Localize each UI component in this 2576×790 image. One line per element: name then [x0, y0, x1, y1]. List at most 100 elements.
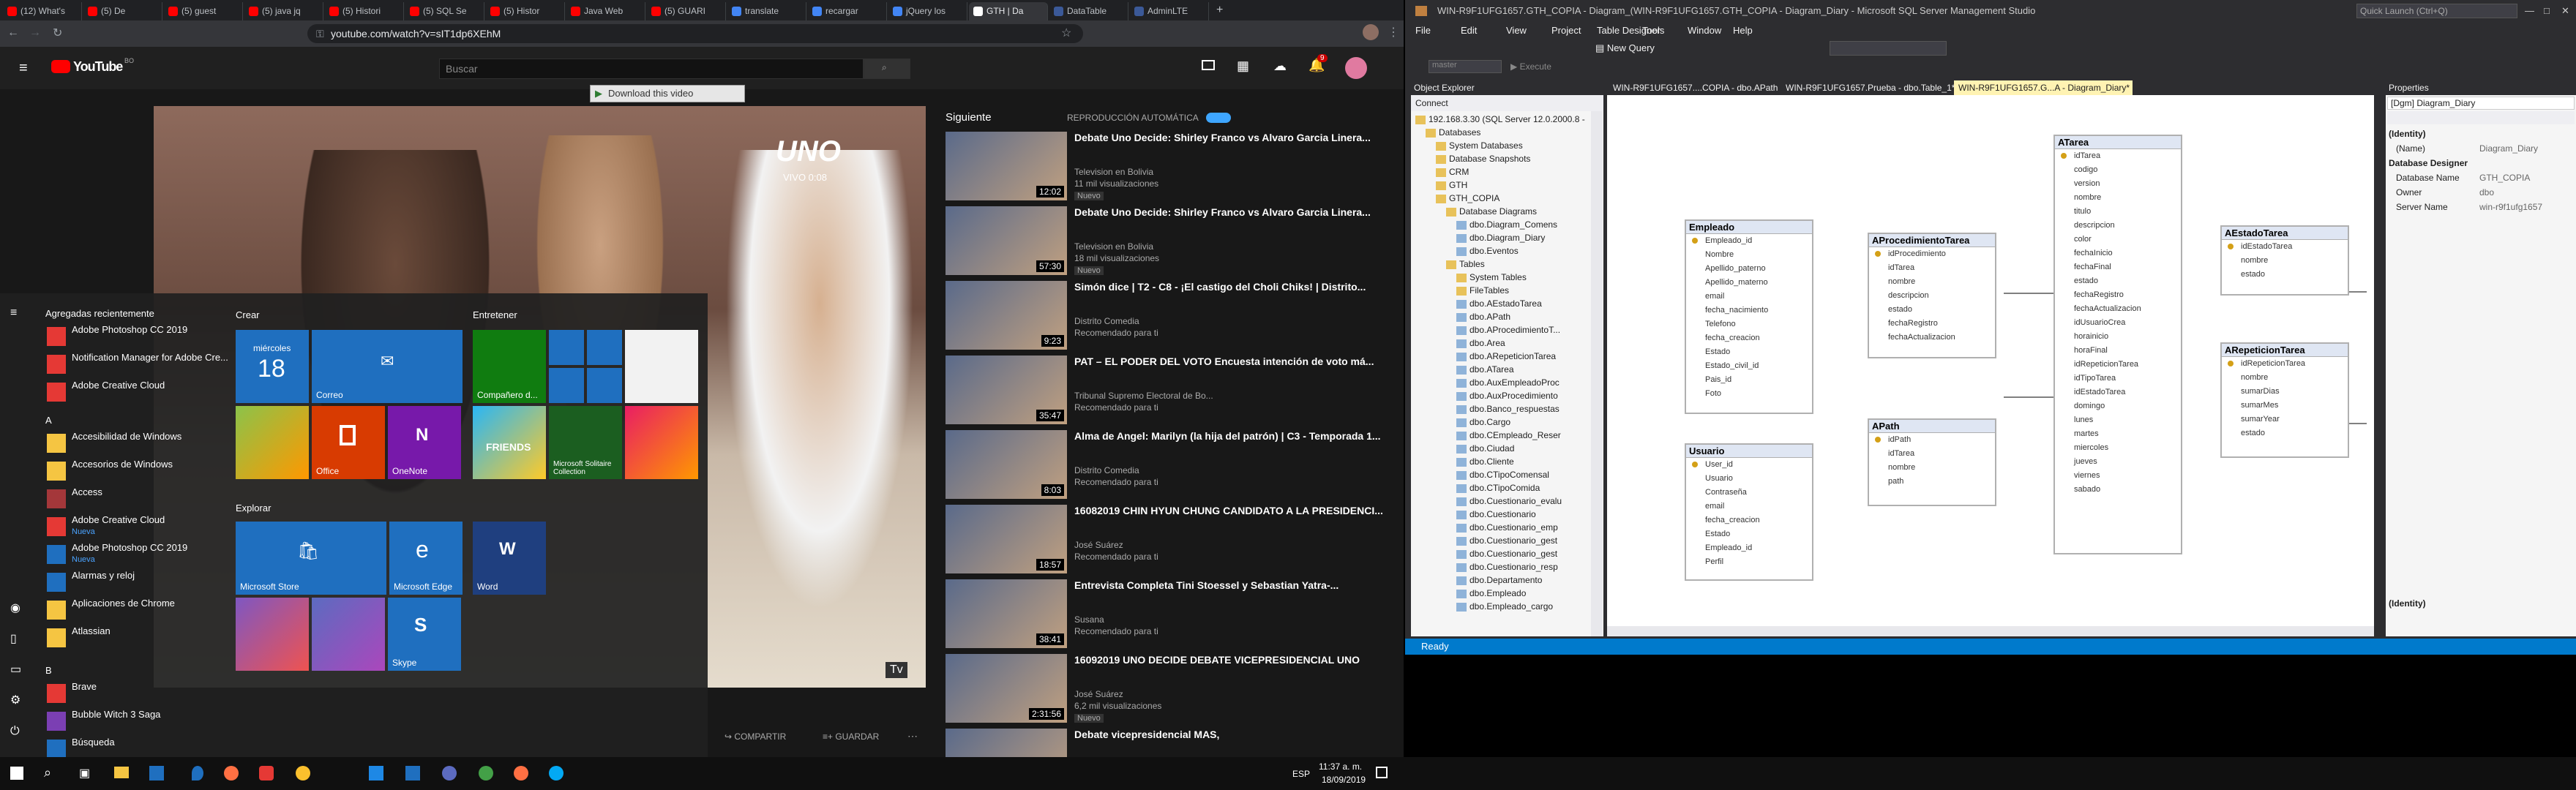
tree-node[interactable]: dbo.ATarea — [1456, 363, 1514, 376]
table-column[interactable]: Estado — [1686, 345, 1812, 359]
create-video-icon[interactable] — [1202, 60, 1215, 70]
tree-node[interactable]: dbo.Departamento — [1456, 573, 1542, 587]
video-list-item[interactable]: 18:57 16082019 CHIN HYUN CHUNG CANDIDATO … — [944, 505, 1404, 576]
table-column[interactable]: descripcion — [2055, 219, 2181, 233]
autoplay-toggle[interactable] — [1206, 113, 1231, 123]
tree-node[interactable]: dbo.Cuestionario_resp — [1456, 560, 1558, 573]
notifications-icon[interactable] — [1376, 767, 1388, 778]
tree-node[interactable]: System Tables — [1456, 271, 1527, 284]
tree-node[interactable]: dbo.CTipoComensal — [1456, 468, 1549, 481]
table-column[interactable]: sabado — [2055, 483, 2181, 497]
property-row[interactable]: Owner dbo — [2386, 186, 2576, 199]
table-column[interactable]: fechaFinal — [2055, 260, 2181, 274]
table-column[interactable]: idTarea — [2055, 149, 2181, 163]
documents-icon[interactable]: ▯ — [10, 631, 17, 646]
table-apath[interactable]: APath idPath idTarea nombre path — [1868, 418, 1996, 506]
table-column[interactable]: Apellido_materno — [1686, 276, 1812, 290]
table-column[interactable]: idProcedimiento — [1869, 247, 1995, 261]
skype-tile[interactable]: S Skype — [388, 598, 461, 671]
game-tile[interactable] — [236, 406, 309, 479]
table-column[interactable]: fechaActualizacion — [2055, 302, 2181, 316]
letter-b[interactable]: B — [45, 665, 52, 676]
mail-tile[interactable]: ✉ Correo — [312, 330, 463, 403]
forward-icon[interactable]: → — [29, 26, 41, 40]
tray-lang[interactable]: ESP — [1292, 769, 1310, 779]
candy-tile[interactable] — [625, 406, 698, 479]
table-column[interactable]: Estado_civil_id — [1686, 359, 1812, 373]
small-tile-3[interactable] — [549, 368, 584, 403]
store-tile[interactable]: 🛍 Microsoft Store — [236, 522, 386, 595]
tree-node[interactable]: 192.168.3.30 (SQL Server 12.0.2000.8 - — [1415, 113, 1585, 126]
skype-task-icon[interactable] — [549, 766, 564, 780]
property-row[interactable]: Server Name win-r9f1ufg1657 — [2386, 200, 2576, 214]
menu-icon[interactable]: ⋮ — [1388, 25, 1399, 40]
start-app-item[interactable]: Accesibilidad de Windows — [45, 431, 228, 457]
pictures-icon[interactable]: ▭ — [10, 662, 21, 677]
table-column[interactable]: titulo — [2055, 205, 2181, 219]
tree-node[interactable]: dbo.AuxProcedimiento — [1456, 389, 1558, 402]
clock-date[interactable]: 18/09/2019 — [1322, 775, 1366, 785]
video-list-item[interactable]: 12:02 Debate Uno Decide: Shirley Franco v… — [944, 132, 1404, 203]
tree-node[interactable]: dbo.Cuestionario_gest — [1456, 534, 1557, 547]
menu-item-tools[interactable]: Tools — [1642, 25, 1664, 36]
table-column[interactable]: User_id — [1686, 458, 1812, 472]
photo-tile[interactable] — [625, 330, 698, 403]
video-title[interactable]: Debate Uno Decide: Shirley Franco vs Alv… — [1074, 206, 1389, 219]
db-dropdown[interactable] — [1830, 41, 1947, 56]
browser-tab[interactable]: Java Web — [566, 2, 645, 20]
solitaire-tile[interactable]: Microsoft Solitaire Collection — [549, 406, 622, 479]
table-column[interactable]: estado — [2222, 268, 2348, 282]
clock-time[interactable]: 11:37 a. m. — [1319, 761, 1362, 772]
start-app-item[interactable]: Notification Manager for Adobe Cre... — [45, 352, 228, 378]
start-app-item[interactable]: Adobe Photoshop CC 2019 — [45, 324, 228, 350]
office-tile[interactable]: Office — [312, 406, 385, 479]
ssms-task-icon[interactable] — [514, 766, 528, 780]
table-column[interactable]: Foto — [1686, 387, 1812, 401]
video-title[interactable]: Debate vicepresidencial MAS, — [1074, 729, 1389, 741]
table-usuario[interactable]: Usuario User_id Usuario Contraseña email fec… — [1685, 443, 1813, 581]
table-column[interactable]: idTipoTarea — [2055, 372, 2181, 385]
table-column[interactable]: fecha_nacimiento — [1686, 304, 1812, 317]
table-column[interactable]: idRepeticionTarea — [2222, 357, 2348, 371]
save-button[interactable]: ≡+ GUARDAR — [823, 731, 879, 742]
table-column[interactable]: fechaInicio — [2055, 247, 2181, 260]
close-icon[interactable]: ✕ — [2561, 0, 2569, 22]
table-column[interactable]: nombre — [1869, 275, 1995, 289]
table-column[interactable]: idEstadoTarea — [2055, 385, 2181, 399]
profile-icon[interactable] — [1363, 24, 1379, 40]
table-column[interactable]: Usuario — [1686, 472, 1812, 486]
photoshop-icon[interactable] — [149, 766, 164, 780]
firefox-icon[interactable] — [224, 766, 239, 780]
table-column[interactable]: horaFinal — [2055, 344, 2181, 358]
property-row[interactable]: Database Designer — [2386, 157, 2576, 170]
calendar-tile[interactable]: miércoles 18 — [236, 330, 309, 403]
browser-tab[interactable]: (12) What's — [3, 2, 82, 20]
table-column[interactable]: idUsuarioCrea — [2055, 316, 2181, 330]
table-column[interactable]: idPath — [1869, 433, 1995, 447]
compa-tile[interactable]: Compañero d... — [473, 330, 546, 403]
table-column[interactable]: path — [1869, 475, 1995, 489]
friends-tile[interactable]: FRIENDS — [473, 406, 546, 479]
tree-node[interactable]: CRM — [1436, 165, 1469, 178]
tree-node[interactable]: dbo.Cargo — [1456, 415, 1510, 429]
menu-item-help[interactable]: Help — [1733, 25, 1753, 36]
menu-item-file[interactable]: File — [1415, 25, 1431, 36]
tree-node[interactable]: GTH_COPIA — [1436, 192, 1499, 205]
browser-tab[interactable]: GTH | Da — [969, 2, 1048, 20]
brave-icon[interactable] — [259, 766, 274, 780]
expand-icon[interactable]: ≡ — [10, 306, 17, 320]
reload-icon[interactable]: ↻ — [53, 26, 62, 40]
menu-item-edit[interactable]: Edit — [1461, 25, 1477, 36]
document-tab[interactable]: WIN-R9F1UFG1657....COPIA - dbo.APath — [1609, 80, 1778, 95]
table-column[interactable]: email — [1686, 500, 1812, 514]
video-title[interactable]: PAT – EL PODER DEL VOTO Encuesta intenci… — [1074, 356, 1389, 368]
property-row[interactable]: (Name) Diagram_Diary — [2386, 142, 2576, 155]
task-view-icon[interactable]: ▣ — [79, 766, 90, 780]
tree-node[interactable]: Tables — [1446, 257, 1485, 271]
table-column[interactable]: fechaRegistro — [2055, 288, 2181, 302]
video-title[interactable]: Debate Uno Decide: Shirley Franco vs Alv… — [1074, 132, 1389, 144]
start-app-item[interactable]: Adobe Creative Cloud Nueva — [45, 514, 228, 541]
table-column[interactable]: estado — [1869, 303, 1995, 317]
browser-tab[interactable]: (5) java jq — [244, 2, 323, 20]
table-column[interactable]: domingo — [2055, 399, 2181, 413]
